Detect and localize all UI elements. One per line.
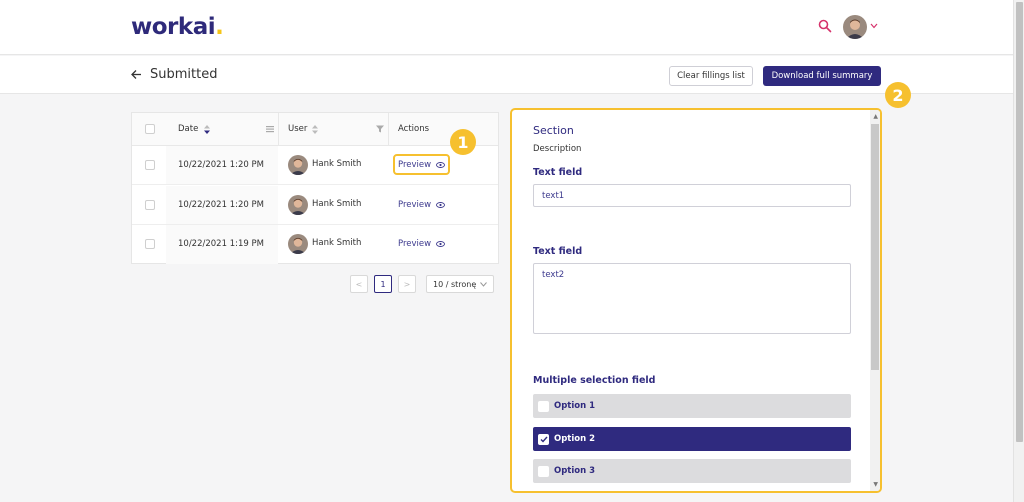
sort-icon[interactable] bbox=[204, 125, 210, 134]
page-header: Submitted Clear fillings list Download f… bbox=[0, 56, 1013, 94]
text-field-input[interactable]: text1 bbox=[533, 184, 851, 207]
row-checkbox[interactable] bbox=[145, 160, 155, 170]
panel-scrollbar[interactable]: ▲ ▼ bbox=[870, 110, 880, 491]
callout-marker-1: 1 bbox=[450, 129, 476, 155]
table-row: 10/22/2021 1:20 PM Hank Smith Preview bbox=[132, 146, 498, 185]
user-column-header[interactable]: User bbox=[288, 124, 307, 134]
download-summary-button[interactable]: Download full summary bbox=[763, 66, 881, 86]
logo-dot: . bbox=[215, 14, 224, 40]
search-icon[interactable] bbox=[818, 19, 832, 33]
table-header: Date User Actions bbox=[132, 113, 498, 146]
user-avatar bbox=[288, 234, 308, 254]
clear-fillings-button[interactable]: Clear fillings list bbox=[669, 66, 753, 86]
option-2[interactable]: Option 2 bbox=[533, 427, 851, 451]
prev-page-button[interactable]: < bbox=[350, 275, 368, 293]
window-scrollbar[interactable] bbox=[1013, 0, 1024, 502]
preview-link[interactable]: Preview bbox=[398, 239, 446, 249]
text-area-label: Text field bbox=[533, 246, 583, 257]
preview-link[interactable]: Preview bbox=[398, 160, 446, 170]
row-user: Hank Smith bbox=[312, 199, 362, 209]
option-label: Option 3 bbox=[554, 466, 596, 476]
option-3[interactable]: Option 3 bbox=[533, 459, 851, 483]
sort-icon[interactable] bbox=[312, 125, 318, 134]
preview-label: Preview bbox=[398, 239, 432, 249]
eye-icon bbox=[436, 162, 446, 168]
section-title: Section bbox=[533, 124, 574, 137]
user-avatar bbox=[288, 155, 308, 175]
row-checkbox[interactable] bbox=[145, 200, 155, 210]
scrollbar-thumb[interactable] bbox=[871, 124, 879, 370]
logo-text: workai bbox=[131, 14, 216, 40]
chevron-down-icon bbox=[480, 281, 487, 287]
preview-label: Preview bbox=[398, 160, 432, 170]
row-user: Hank Smith bbox=[312, 238, 362, 248]
user-avatar[interactable] bbox=[843, 15, 867, 39]
text-area-input[interactable]: text2 bbox=[533, 263, 851, 334]
eye-icon bbox=[436, 241, 446, 247]
filter-icon[interactable] bbox=[376, 125, 384, 133]
back-arrow-icon[interactable] bbox=[131, 69, 142, 80]
row-date: 10/22/2021 1:20 PM bbox=[178, 160, 264, 170]
workai-logo[interactable]: workai. bbox=[131, 14, 224, 40]
window-scrollbar-thumb[interactable] bbox=[1016, 2, 1023, 442]
check-icon bbox=[538, 433, 549, 445]
callout-marker-2: 2 bbox=[885, 82, 911, 108]
option-1[interactable]: Option 1 bbox=[533, 394, 851, 418]
row-user: Hank Smith bbox=[312, 159, 362, 169]
submission-preview-panel: Section Description Text field text1 Tex… bbox=[510, 108, 882, 493]
preview-link[interactable]: Preview bbox=[398, 200, 446, 210]
chevron-down-icon[interactable] bbox=[870, 23, 878, 29]
option-checkbox bbox=[538, 465, 549, 477]
column-divider bbox=[278, 113, 279, 146]
scroll-up-icon[interactable]: ▲ bbox=[873, 113, 878, 120]
multi-select-label: Multiple selection field bbox=[533, 375, 656, 386]
actions-column-header: Actions bbox=[398, 124, 430, 134]
page-1-button[interactable]: 1 bbox=[374, 275, 392, 293]
next-page-button[interactable]: > bbox=[398, 275, 416, 293]
menu-icon[interactable] bbox=[266, 125, 274, 133]
select-all-checkbox[interactable] bbox=[145, 124, 155, 134]
submissions-table: Date User Actions 10/22/2021 1:20 PM Han… bbox=[131, 112, 499, 264]
scroll-down-icon[interactable]: ▼ bbox=[873, 481, 878, 488]
page-size-value: 10 / stronę bbox=[433, 279, 477, 289]
option-checkbox bbox=[538, 400, 549, 412]
top-navbar: workai. bbox=[0, 0, 1013, 55]
table-row: 10/22/2021 1:20 PM Hank Smith Preview bbox=[132, 186, 498, 225]
row-date: 10/22/2021 1:19 PM bbox=[178, 239, 264, 249]
user-avatar bbox=[288, 195, 308, 215]
date-column-header[interactable]: Date bbox=[178, 124, 198, 134]
page-title: Submitted bbox=[150, 67, 218, 82]
option-label: Option 2 bbox=[554, 434, 596, 444]
row-checkbox[interactable] bbox=[145, 239, 155, 249]
table-row: 10/22/2021 1:19 PM Hank Smith Preview bbox=[132, 225, 498, 264]
row-date: 10/22/2021 1:20 PM bbox=[178, 200, 264, 210]
text-field-label: Text field bbox=[533, 167, 583, 178]
option-label: Option 1 bbox=[554, 401, 596, 411]
page-size-select[interactable]: 10 / stronę bbox=[426, 275, 494, 293]
preview-label: Preview bbox=[398, 200, 432, 210]
section-description: Description bbox=[533, 144, 582, 154]
eye-icon bbox=[436, 202, 446, 208]
column-divider bbox=[388, 113, 389, 146]
